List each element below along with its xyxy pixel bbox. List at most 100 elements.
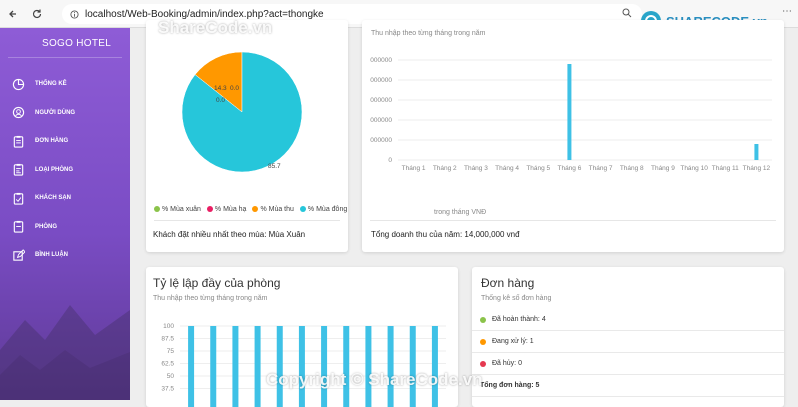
x-tick-label: Tháng 12 xyxy=(743,165,771,172)
bar xyxy=(387,326,394,407)
bar xyxy=(343,326,350,407)
clipboard-icon xyxy=(13,135,24,148)
legend-item-summer[interactable]: % Mùa hạ xyxy=(206,206,246,213)
sidebar-item-don-hang[interactable]: ĐƠN HÀNG xyxy=(0,127,130,156)
brand-name[interactable]: SOGO HOTEL xyxy=(8,28,122,58)
legend-item-winter[interactable]: % Mùa đông xyxy=(299,206,347,213)
clipboard-list-icon xyxy=(13,164,24,176)
list-item-total: Tổng đơn hàng: 5 xyxy=(472,375,784,397)
season-stats-card: 85.7 14.3 0.0 0.0 % Mùa xuân % Mùa hạ % Mùa… xyxy=(146,20,348,252)
card-title: Tỷ lệ lập đầy của phòng xyxy=(153,276,281,290)
x-tick-label: Tháng 2 xyxy=(433,165,457,172)
more-icon[interactable]: ⋯ xyxy=(782,6,792,17)
legend-swatch xyxy=(252,206,259,213)
pie-label-winter: 85.7 xyxy=(268,163,281,170)
x-tick-label: Tháng 6 xyxy=(557,165,581,172)
reload-icon[interactable] xyxy=(26,3,48,25)
sidebar-background-image xyxy=(0,305,130,400)
y-tick-label: 0 xyxy=(388,157,392,164)
y-tick-label: 62.5 xyxy=(161,361,174,368)
orders-list: Đã hoàn thành: 4 Đang xử lý: 1 Đã hủy: 0… xyxy=(472,309,784,397)
y-tick-label: 87.5 xyxy=(161,336,174,343)
user-icon xyxy=(12,107,25,119)
x-tick-label: Tháng 10 xyxy=(680,165,708,172)
y-tick-label: 000000 xyxy=(370,57,392,64)
sidebar-item-label: PHÒNG xyxy=(35,223,58,230)
sidebar-menu: THỐNG KÊ NGƯỜI DÙNG ĐƠN HÀNG LOẠI PHÒNG … xyxy=(0,70,130,270)
bar xyxy=(431,326,438,407)
x-tick-label: Tháng 8 xyxy=(620,165,644,172)
pie-label-summer: 0.0 xyxy=(230,85,239,92)
total-revenue-text: Tổng doanh thu của năm: 14,000,000 vnđ xyxy=(371,230,520,239)
y-tick-label: 000000 xyxy=(370,137,392,144)
bar xyxy=(409,326,416,407)
y-tick-label: 75 xyxy=(167,348,175,355)
sidebar-item-label: THỐNG KÊ xyxy=(35,81,67,88)
pie-legend: % Mùa xuân % Mùa hạ % Mùa thu % Mùa đông xyxy=(154,206,347,213)
watermark-bottom: Copyright © ShareCode.vn xyxy=(266,370,483,389)
y-tick-label: 37.5 xyxy=(161,386,174,393)
watermark-top: ShareCode.vn xyxy=(158,18,273,37)
sidebar-item-nguoi-dung[interactable]: NGƯỜI DÙNG xyxy=(0,99,130,128)
zoom-icon[interactable] xyxy=(620,6,634,20)
sidebar: SOGO HOTEL THỐNG KÊ NGƯỜI DÙNG ĐƠN HÀNG … xyxy=(0,28,130,400)
bar xyxy=(188,326,195,407)
card-subtitle: Thống kê số đơn hàng xyxy=(481,295,552,302)
divider xyxy=(154,220,340,221)
clipboard-check-icon xyxy=(13,192,24,205)
x-tick-label: Tháng 7 xyxy=(589,165,613,172)
bar xyxy=(232,326,239,407)
status-dot xyxy=(480,338,486,345)
orders-card: Đơn hàng Thống kê số đơn hàng Đã hoàn th… xyxy=(472,267,784,407)
y-tick-label: 50 xyxy=(167,373,175,380)
status-dot xyxy=(480,316,486,323)
x-tick-label: Tháng 4 xyxy=(495,165,519,172)
bar xyxy=(365,326,372,407)
legend-swatch xyxy=(154,206,160,213)
y-tick-label: 000000 xyxy=(370,97,392,104)
y-tick-label: 000000 xyxy=(370,117,392,124)
sidebar-item-label: BÌNH LUẬN xyxy=(35,252,68,259)
sidebar-item-label: KHÁCH SẠN xyxy=(35,195,71,202)
x-tick-label: Tháng 11 xyxy=(712,165,739,172)
revenue-note: trong tháng VNĐ xyxy=(434,209,487,216)
pie-label-spring: 0.0 xyxy=(216,97,225,104)
sidebar-item-label: ĐƠN HÀNG xyxy=(35,138,69,145)
bar xyxy=(298,326,305,407)
bar xyxy=(754,144,759,160)
info-icon xyxy=(70,9,79,19)
x-tick-label: Tháng 9 xyxy=(651,165,675,172)
revenue-bar-chart: 0000000000000000000000000000000Tháng 1 Th… xyxy=(370,57,772,172)
sidebar-item-thong-ke[interactable]: THỐNG KÊ xyxy=(0,70,130,99)
bar xyxy=(567,64,572,160)
card-title: Đơn hàng xyxy=(481,276,535,290)
x-tick-label: Tháng 5 xyxy=(526,165,550,172)
list-item[interactable]: Đã hoàn thành: 4 xyxy=(472,309,784,331)
revenue-card: Thu nhập theo từng tháng trong năm 0 0000… xyxy=(362,20,784,252)
pie-label-autumn: 14.3 xyxy=(214,85,227,92)
list-item[interactable]: Đã hủy: 0 xyxy=(472,353,784,375)
edit-icon xyxy=(13,249,25,261)
legend-item-spring[interactable]: % Mùa xuân xyxy=(154,206,201,213)
sidebar-item-label: NGƯỜI DÙNG xyxy=(35,109,76,116)
clipboard-icon xyxy=(13,221,24,233)
card-subtitle: Thu nhập theo từng tháng trong năm xyxy=(371,30,486,37)
y-tick-label: 000000 xyxy=(370,77,392,84)
x-tick-label: Tháng 3 xyxy=(464,165,488,172)
chart-pie-icon xyxy=(12,78,25,90)
x-tick-label: Tháng 1 xyxy=(402,165,426,172)
sidebar-item-loai-phong[interactable]: LOẠI PHÒNG xyxy=(0,156,130,185)
back-icon[interactable] xyxy=(2,3,24,25)
bar xyxy=(254,326,261,407)
divider xyxy=(370,220,776,221)
sidebar-item-phong[interactable]: PHÒNG xyxy=(0,213,130,242)
list-item[interactable]: Đang xử lý: 1 xyxy=(472,331,784,353)
bar xyxy=(321,326,328,407)
sidebar-item-binh-luan[interactable]: BÌNH LUẬN xyxy=(0,241,130,270)
status-dot xyxy=(480,360,486,367)
bar xyxy=(276,326,283,407)
top-season-text: Khách đặt nhiều nhất theo mùa: Mùa Xuân xyxy=(153,230,306,239)
legend-item-autumn[interactable]: % Mùa thu xyxy=(252,206,294,213)
sidebar-item-khach-san[interactable]: KHÁCH SẠN xyxy=(0,184,130,213)
legend-swatch xyxy=(299,206,306,213)
